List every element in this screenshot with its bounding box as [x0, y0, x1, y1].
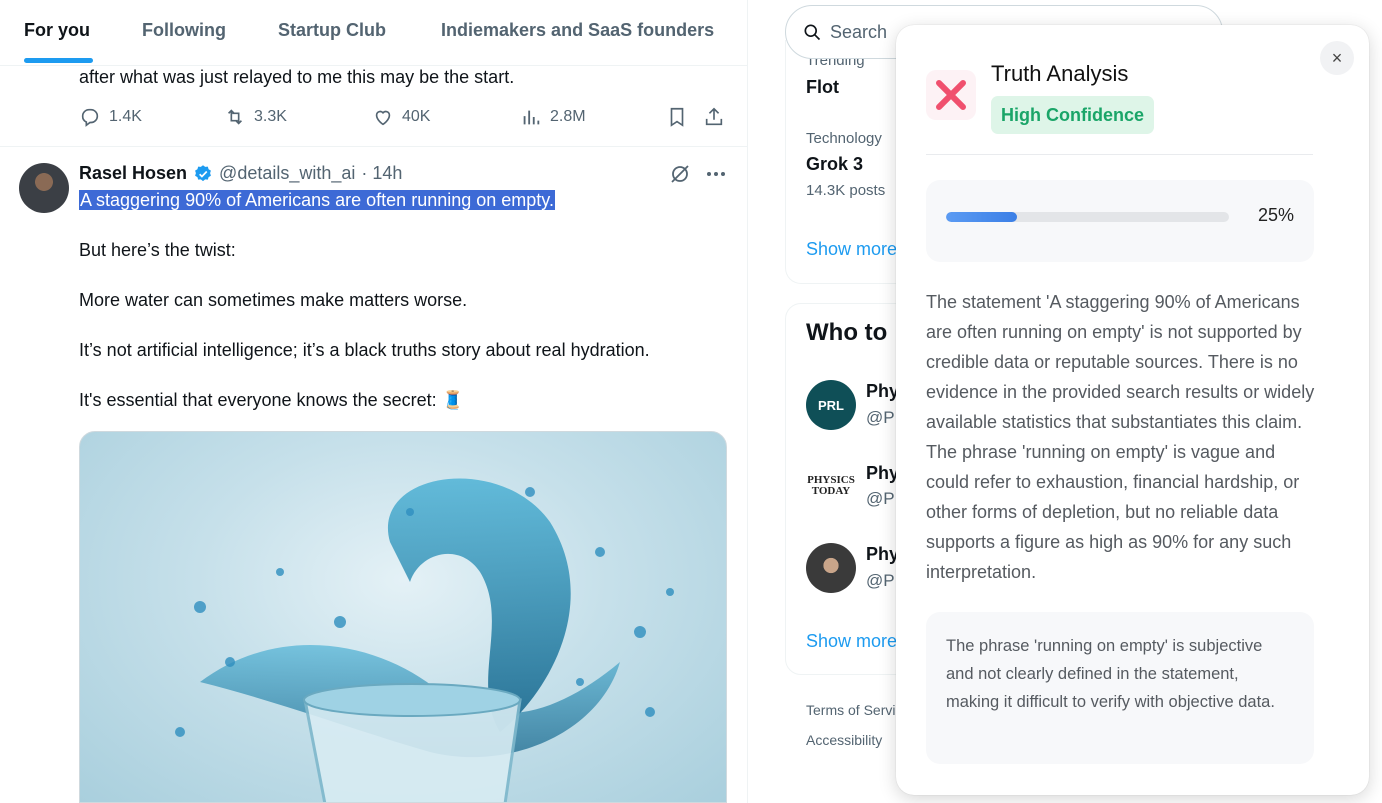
previous-tweet-text: after what was just relayed to me this m… — [79, 67, 515, 87]
follow-name[interactable]: Phy — [866, 544, 899, 565]
tweet-image-water-splash[interactable] — [79, 431, 727, 803]
close-button[interactable]: × — [1320, 41, 1354, 75]
tab-startup-club[interactable]: Startup Club — [278, 20, 386, 41]
like-count: 40K — [402, 108, 431, 125]
tweet-line: More water can sometimes make matters wo… — [79, 290, 468, 310]
tweet-author: Rasel Hosen @details_with_ai · 14h — [79, 163, 402, 184]
verified-badge-icon — [195, 164, 211, 181]
bookmark-button[interactable] — [666, 106, 688, 128]
reply-count: 1.4K — [109, 108, 142, 125]
tweet-separator — [0, 146, 747, 147]
tab-indiemakers[interactable]: Indiemakers and SaaS founders — [441, 20, 714, 41]
share-button[interactable] — [703, 106, 725, 128]
author-avatar[interactable] — [19, 163, 69, 213]
tab-following[interactable]: Following — [142, 20, 226, 41]
footer-accessibility-link[interactable]: Accessibility — [806, 732, 882, 748]
follow-handle: @P — [866, 489, 895, 508]
repost-count: 3.3K — [254, 108, 287, 125]
follow-show-more-link[interactable]: Show more — [806, 631, 897, 652]
follow-avatar-portrait[interactable] — [806, 543, 856, 593]
heart-icon — [375, 110, 391, 126]
reply-button[interactable]: 1.4K — [79, 106, 142, 128]
trend-name-grok[interactable]: Grok 3 — [806, 154, 863, 175]
author-handle[interactable]: @details_with_ai — [219, 163, 355, 184]
views-chart-icon — [523, 110, 540, 125]
repost-icon — [227, 109, 243, 125]
panel-title: Truth Analysis — [991, 61, 1129, 86]
follow-avatar-prl[interactable]: PRL — [806, 380, 856, 430]
bookmark-icon — [670, 107, 684, 127]
trends-show-more-link[interactable]: Show more — [806, 239, 897, 260]
active-tab-indicator — [24, 58, 93, 63]
tweet-header-actions — [668, 162, 728, 186]
search-icon — [804, 24, 821, 41]
follow-handle: @P — [866, 571, 895, 590]
views-count: 2.8M — [550, 108, 586, 125]
close-icon: × — [1331, 47, 1343, 68]
repost-button[interactable]: 3.3K — [224, 106, 287, 128]
truth-analysis-panel: × Truth Analysis High Confidence 25% The… — [896, 25, 1369, 795]
truth-score-card: 25% — [926, 180, 1314, 262]
tweet-time[interactable]: · 14h — [361, 163, 402, 184]
follow-name[interactable]: Phy — [866, 463, 899, 484]
panel-divider — [926, 154, 1313, 155]
grok-icon[interactable] — [668, 162, 692, 186]
trend-post-count: 14.3K posts — [806, 182, 886, 199]
trend-context-technology: Technology — [806, 130, 882, 147]
follow-avatar-physics-today[interactable]: PHYSICS TODAY — [806, 461, 856, 511]
previous-tweet-actions: 1.4K 3.3K 40K 2.8M — [79, 106, 729, 132]
selected-text: A staggering 90% of Americans are often … — [79, 190, 555, 210]
timeline-column: after what was just relayed to me this m… — [0, 0, 748, 803]
search-placeholder: Search — [830, 21, 888, 42]
tab-for-you[interactable]: For you — [24, 20, 90, 41]
cross-mark-icon — [936, 80, 966, 110]
views-button[interactable]: 2.8M — [520, 106, 586, 128]
follow-name[interactable]: Phy — [866, 381, 899, 402]
like-button[interactable]: 40K — [372, 106, 430, 128]
confidence-badge: High Confidence — [991, 96, 1154, 134]
analysis-text: The statement 'A staggering 90% of Ameri… — [926, 292, 1315, 582]
false-verdict-badge — [926, 70, 976, 120]
follow-handle: @P — [866, 408, 895, 427]
tweet-line: It’s not artificial intelligence; it’s a… — [79, 340, 650, 360]
truth-score-label: 25% — [1257, 205, 1294, 225]
more-icon[interactable] — [704, 162, 728, 186]
analysis-note: The phrase 'running on empty' is subject… — [926, 612, 1314, 764]
share-icon — [705, 107, 723, 126]
trend-name-flot[interactable]: Flot — [806, 77, 839, 98]
author-name[interactable]: Rasel Hosen — [79, 163, 187, 184]
truth-score-track — [946, 212, 1229, 222]
reply-icon — [81, 108, 99, 127]
footer-terms-link[interactable]: Terms of Servi — [806, 702, 895, 718]
timeline-tabs: For you Following Startup Club Indiemake… — [0, 0, 747, 66]
truth-score-fill — [946, 212, 1017, 222]
tweet-highlighted-line: A staggering 90% of Americans are often … — [79, 190, 555, 211]
tweet-line: But here’s the twist: — [79, 240, 236, 260]
water-splash-illustration — [175, 478, 674, 802]
tweet-line: It's essential that everyone knows the s… — [79, 390, 465, 410]
who-to-follow-title: Who to — [806, 319, 888, 346]
